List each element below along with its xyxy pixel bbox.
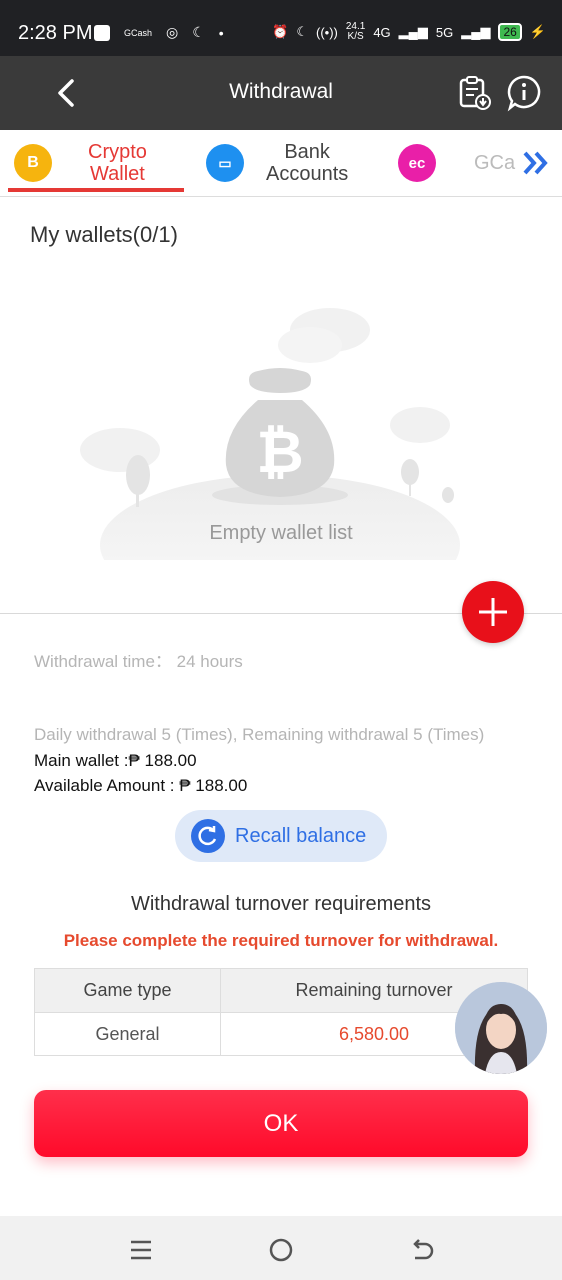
gcash-notification-icon: GCash — [124, 27, 153, 38]
dot-icon: • — [218, 24, 224, 41]
app-notification-icon — [94, 24, 110, 41]
chrome-icon: ◎ — [166, 24, 179, 40]
recall-balance-button[interactable]: Recall balance — [175, 810, 387, 862]
turnover-warning: Please complete the required turnover fo… — [63, 931, 499, 950]
net-speed: 24.1 K/S — [346, 22, 365, 42]
main-wallet: Main wallet :₱ 188.00 — [34, 751, 197, 770]
back-nav-icon[interactable] — [407, 1236, 435, 1264]
status-bar: 2:28 PM GCash ◎ ☾ • ⏰ ☾ ((•)) 24.1 K/S 4… — [0, 0, 562, 56]
net-speed-unit: K/S — [347, 31, 364, 42]
signal-5g: 5G — [435, 24, 454, 40]
table-row: General 6,580.00 — [34, 1012, 528, 1056]
home-icon[interactable] — [267, 1236, 295, 1264]
turnover-title: Withdrawal turnover requirements — [130, 893, 432, 915]
charging-icon: ⚡ — [529, 24, 546, 39]
menu-icon[interactable] — [127, 1236, 155, 1264]
battery-icon: 26 — [498, 23, 522, 41]
plus-icon — [479, 598, 507, 626]
svg-text:₿: ₿ — [256, 420, 303, 485]
ok-button[interactable]: OK — [34, 1090, 528, 1157]
empty-wallet-illustration: ₿ — [80, 308, 460, 560]
signal-4g: 4G — [373, 24, 391, 40]
payment-method-tabs: B Crypto Wallet ▭ Bank Accounts ec GCa — [0, 130, 562, 197]
active-tab-indicator — [8, 188, 184, 192]
status-time: 2:28 PM — [18, 22, 93, 44]
daily-withdrawal: Daily withdrawal 5 (Times), Remaining wi… — [34, 725, 485, 744]
empty-wallet-text: Empty wallet list — [209, 522, 353, 544]
support-avatar[interactable] — [455, 982, 547, 1074]
chevron-double-right-icon[interactable] — [522, 150, 550, 176]
withdrawal-time: Withdrawal time： 24 hours — [34, 652, 243, 671]
withdrawal-records-icon[interactable] — [456, 74, 494, 112]
tab-bank-accounts[interactable]: ▭ Bank Accounts — [206, 130, 348, 196]
bank-card-icon: ▭ — [206, 144, 244, 182]
table-header-row: Game type Remaining turnover — [34, 968, 528, 1013]
signal-icon-2: ▂▄▆ — [461, 24, 491, 39]
tab-gcash-label: GCa — [474, 152, 516, 174]
tab-gcash[interactable]: ec GCa — [398, 130, 515, 196]
header-game-type: Game type — [34, 968, 221, 1013]
system-nav-bar — [0, 1216, 562, 1280]
add-wallet-button[interactable] — [462, 581, 524, 643]
info-icon[interactable] — [505, 74, 543, 112]
signal-icon: ▂▄▆ — [398, 24, 428, 39]
alarm-icon: ⏰ — [272, 24, 289, 39]
ewallet-icon: ec — [398, 144, 436, 182]
turnover-table: Game type Remaining turnover General 6,5… — [34, 968, 528, 1056]
available-amount: Available Amount : ₱ 188.00 — [34, 776, 248, 795]
tab-bank-accounts-label: Bank Accounts — [266, 141, 349, 185]
bitcoin-icon: B — [14, 144, 52, 182]
moon-icon: ☾ — [192, 24, 205, 40]
recall-balance-label: Recall balance — [235, 824, 367, 847]
cell-game-type: General — [34, 1012, 221, 1056]
tab-crypto-wallet-label: Crypto Wallet — [88, 141, 147, 185]
dnd-icon: ☾ — [296, 24, 308, 39]
refresh-icon — [191, 819, 225, 853]
app-bar: Withdrawal — [0, 56, 562, 130]
tab-crypto-wallet[interactable]: B Crypto Wallet — [14, 130, 147, 196]
hotspot-icon: ((•)) — [315, 24, 338, 40]
wallets-heading: My wallets(0/1) — [30, 222, 178, 247]
